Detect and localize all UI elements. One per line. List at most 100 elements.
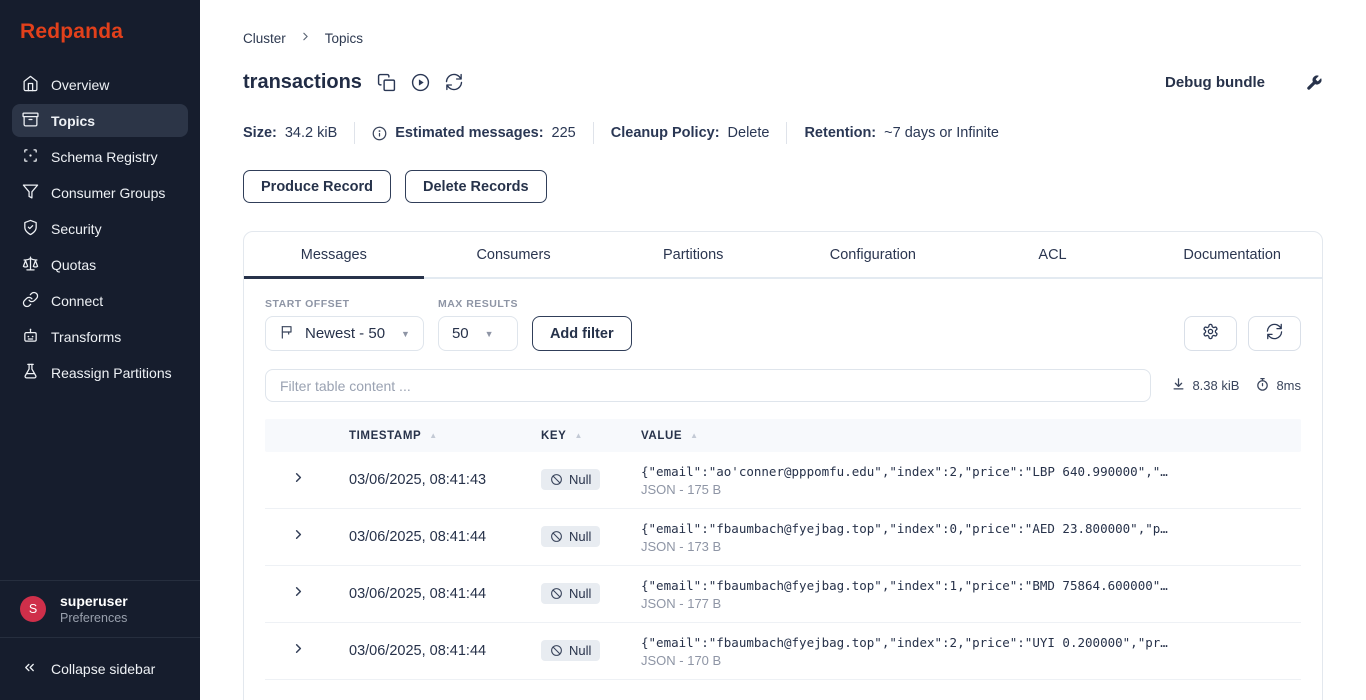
user-preferences-link[interactable]: Preferences: [60, 610, 128, 626]
breadcrumb-topics[interactable]: Topics: [325, 31, 363, 46]
expand-row-icon[interactable]: [291, 529, 306, 546]
elapsed-time-label: 8ms: [1276, 378, 1301, 393]
start-offset-select[interactable]: Newest - 50 ▼: [265, 316, 424, 351]
table-row: 03/06/2025, 08:41:44 Null {"email":"fbau…: [265, 623, 1301, 680]
tab-configuration[interactable]: Configuration: [783, 232, 963, 277]
value-json: {"email":"ao'conner@pppomfu.edu","index"…: [641, 463, 1168, 479]
sidebar-item-label: Topics: [51, 112, 96, 129]
sidebar-item-label: Reassign Partitions: [51, 364, 172, 381]
wrench-icon[interactable]: [1305, 74, 1323, 92]
debug-bundle-link[interactable]: Debug bundle: [1165, 74, 1265, 91]
topic-stats: Size: 34.2 kiB Estimated messages: 225 C…: [243, 122, 1323, 144]
sort-icon[interactable]: ▲: [690, 431, 699, 440]
sidebar-item-schema-registry[interactable]: Schema Registry: [12, 140, 188, 173]
breadcrumb-cluster[interactable]: Cluster: [243, 31, 286, 46]
refresh-icon: [1266, 323, 1283, 345]
main-content: Cluster Topics transactions Debug bundle…: [200, 0, 1366, 700]
stat-retention: Retention: ~7 days or Infinite: [804, 125, 999, 141]
produce-record-button[interactable]: Produce Record: [243, 170, 391, 203]
expand-row-icon[interactable]: [291, 643, 306, 660]
max-results-label: MAX RESULTS: [437, 298, 518, 310]
divider: [592, 122, 594, 144]
sidebar-item-label: Connect: [51, 292, 104, 309]
sidebar-item-reassign-partitions[interactable]: Reassign Partitions: [12, 356, 188, 389]
refresh-icon[interactable]: [445, 73, 464, 92]
sidebar-item-transforms[interactable]: Transforms: [12, 320, 188, 353]
sidebar-item-topics[interactable]: Topics: [12, 104, 188, 137]
value-meta: JSON - 177 B: [641, 595, 722, 611]
value-column-header[interactable]: VALUE ▲: [641, 430, 1301, 442]
user-name: superuser: [60, 592, 128, 609]
start-offset-label: START OFFSET: [265, 298, 350, 310]
table-row: 03/06/2025, 08:41:44 Null {"email":"fbau…: [265, 509, 1301, 566]
stat-value: 225: [551, 125, 576, 141]
divider: [354, 122, 356, 144]
messages-table: TIMESTAMP ▲ KEY ▲ VALUE ▲ 03/06/2025, 08:41…: [265, 419, 1301, 680]
tab-consumers[interactable]: Consumers: [424, 232, 604, 277]
max-results-select[interactable]: 50 ▼: [437, 316, 518, 351]
breadcrumb: Cluster Topics: [243, 30, 1323, 46]
download-size-label: 8.38 kiB: [1192, 378, 1240, 393]
table-header: TIMESTAMP ▲ KEY ▲ VALUE ▲: [265, 419, 1301, 452]
key-column-header[interactable]: KEY ▲: [541, 430, 641, 442]
value-cell: {"email":"ao'conner@pppomfu.edu","index"…: [641, 464, 1301, 497]
sort-icon[interactable]: ▲: [429, 431, 438, 440]
sidebar-item-consumer-groups[interactable]: Consumer Groups: [12, 176, 188, 209]
delete-records-button[interactable]: Delete Records: [405, 170, 547, 203]
messages-card: Messages Consumers Partitions Configurat…: [243, 231, 1323, 700]
sidebar: Redpanda Overview Topics Schema Registry…: [0, 0, 200, 700]
tab-documentation[interactable]: Documentation: [1142, 232, 1322, 277]
caret-down-icon: ▼: [484, 328, 494, 339]
copy-icon[interactable]: [377, 73, 396, 92]
schema-registry-icon: [22, 147, 39, 167]
sidebar-item-connect[interactable]: Connect: [12, 284, 188, 317]
sidebar-item-label: Transforms: [51, 328, 122, 345]
stat-value: Delete: [727, 125, 770, 141]
stat-value: 34.2 kiB: [284, 125, 338, 141]
expand-row-icon[interactable]: [291, 472, 306, 489]
tab-partitions[interactable]: Partitions: [603, 232, 783, 277]
start-offset-value: Newest - 50: [305, 325, 386, 342]
value-cell: {"email":"fbaumbach@fyejbag.top","index"…: [641, 578, 1301, 611]
sidebar-item-label: Overview: [51, 76, 110, 93]
chevron-right-icon: [299, 30, 312, 46]
add-filter-button[interactable]: Add filter: [531, 316, 632, 351]
expand-row-icon[interactable]: [291, 586, 306, 603]
download-icon[interactable]: [1171, 377, 1186, 395]
sidebar-item-overview[interactable]: Overview: [12, 68, 188, 101]
value-json: {"email":"fbaumbach@fyejbag.top","index"…: [641, 520, 1168, 536]
stat-label: Estimated messages:: [395, 125, 544, 141]
timestamp-column-header[interactable]: TIMESTAMP ▲: [349, 430, 541, 442]
sort-icon[interactable]: ▲: [574, 431, 583, 440]
tab-acl[interactable]: ACL: [963, 232, 1143, 277]
table-row: 03/06/2025, 08:41:44 Null {"email":"fbau…: [265, 566, 1301, 623]
stat-label: Retention:: [804, 125, 877, 141]
refresh-messages-button[interactable]: [1248, 316, 1301, 351]
collapse-sidebar-button[interactable]: Collapse sidebar: [0, 637, 200, 700]
caret-down-icon: ▼: [401, 328, 410, 339]
sidebar-item-label: Security: [51, 220, 102, 237]
scales-icon: [22, 255, 39, 275]
value-cell: {"email":"fbaumbach@fyejbag.top","index"…: [641, 521, 1301, 554]
tab-messages[interactable]: Messages: [244, 232, 424, 279]
stat-value: ~7 days or Infinite: [884, 125, 1000, 141]
flask-icon: [22, 363, 39, 383]
robot-icon: [22, 327, 39, 347]
stopwatch-icon: [1255, 377, 1270, 395]
value-meta: JSON - 175 B: [641, 481, 722, 497]
sidebar-item-label: Quotas: [51, 256, 97, 273]
collapse-sidebar-label: Collapse sidebar: [51, 661, 156, 677]
sidebar-item-quotas[interactable]: Quotas: [12, 248, 188, 281]
filter-table-input[interactable]: [265, 369, 1152, 402]
user-profile[interactable]: S superuser Preferences: [0, 580, 200, 637]
value-json: {"email":"fbaumbach@fyejbag.top","index"…: [641, 634, 1168, 650]
stat-label: Size:: [243, 125, 277, 141]
settings-button[interactable]: [1184, 316, 1237, 351]
play-circle-icon[interactable]: [411, 73, 430, 92]
sidebar-item-security[interactable]: Security: [12, 212, 188, 245]
offset-flag-icon: [279, 324, 295, 344]
title-row: transactions Debug bundle: [243, 71, 1323, 94]
table-row: 03/06/2025, 08:41:43 Null {"email":"ao'c…: [265, 452, 1301, 509]
info-icon[interactable]: [372, 126, 387, 141]
value-meta: JSON - 173 B: [641, 538, 722, 554]
